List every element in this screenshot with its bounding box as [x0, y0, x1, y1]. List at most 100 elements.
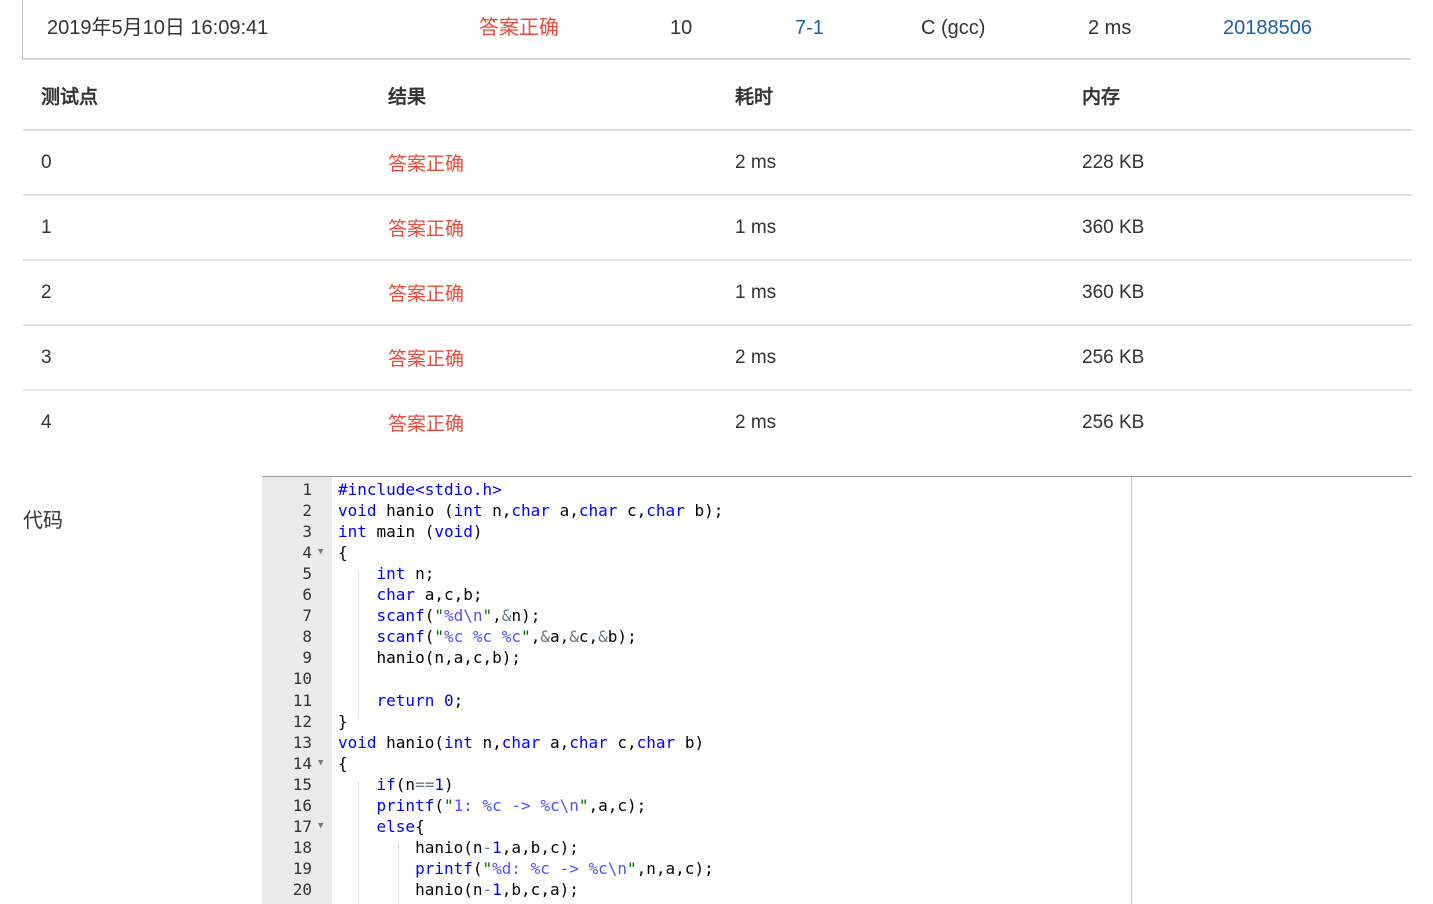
column-header-memory: 内存: [1064, 62, 1412, 131]
code-text: scanf("%d\n",&n);: [376, 606, 541, 626]
code-text: char a,c,b;: [376, 585, 483, 605]
case-id: 4: [41, 411, 52, 433]
code-line: 4 ▼ {: [262, 542, 1131, 563]
line-number: 6: [302, 585, 312, 605]
submission-duration: 2 ms: [1088, 17, 1132, 39]
line-number: 18: [292, 837, 312, 857]
code-editor[interactable]: 1 #include<stdio.h> 2 void hanio (int n,cha…: [262, 477, 1132, 904]
code-text: int main (void): [338, 522, 483, 542]
code-line: 1 #include<stdio.h>: [262, 479, 1131, 500]
case-id: 1: [23, 195, 370, 261]
code-line: 20 hanio(n-1,b,c,a);: [262, 879, 1131, 900]
code-line: 10: [262, 668, 1131, 689]
submission-summary-row: 2019年5月10日 16:09:41 答案正确 10 7-1 C (gcc) …: [22, 0, 1411, 60]
table-row: 0 答案正确 2 ms 228 KB: [23, 130, 1412, 196]
table-row: 2 答案正确 1 ms 360 KB: [23, 260, 1412, 326]
case-time: 1 ms: [717, 195, 1064, 261]
table-row: 4 答案正确 2 ms 256 KB: [23, 390, 1412, 454]
code-text: }: [338, 711, 348, 731]
case-memory: 256 KB: [1082, 411, 1145, 433]
case-memory: 360 KB: [1064, 195, 1412, 261]
code-line: 18 hanio(n-1,a,b,c);: [262, 837, 1131, 858]
code-line: 17 ▼ else{: [262, 816, 1131, 837]
code-line: 9 hanio(n,a,c,b);: [262, 647, 1131, 668]
line-number: 3: [302, 522, 312, 542]
case-time: 1 ms: [717, 260, 1064, 326]
code-text: hanio(n-1,a,b,c);: [338, 837, 579, 857]
line-number: 16: [292, 795, 312, 815]
code-line: 19 printf("%d: %c -> %c\n",n,a,c);: [262, 858, 1131, 879]
code-text: else{: [376, 816, 425, 836]
case-time: 2 ms: [735, 411, 777, 433]
code-line: 13 void hanio(int n,char a,char c,char b): [262, 732, 1131, 753]
code-line: 15 if(n==1): [262, 774, 1131, 795]
code-line: 12}: [262, 711, 1131, 732]
code-line: 2 void hanio (int n,char a,char c,char b)…: [262, 500, 1131, 521]
case-id: 2: [23, 260, 370, 326]
code-line: 16 printf("1: %c -> %c\n",a,c);: [262, 795, 1131, 816]
line-number: 5: [302, 564, 312, 584]
code-text: void hanio(int n,char a,char c,char b): [338, 732, 705, 752]
case-id: 3: [23, 325, 370, 391]
case-memory: 360 KB: [1064, 260, 1412, 326]
problem-link[interactable]: 7-1: [795, 16, 824, 40]
line-number: 19: [292, 858, 312, 878]
case-result: 答案正确: [370, 195, 717, 261]
case-id: 0: [23, 130, 370, 196]
user-link[interactable]: 20188506: [1223, 16, 1312, 40]
code-line: 7 scanf("%d\n",&n);: [262, 605, 1131, 626]
line-number: 13: [292, 732, 312, 752]
code-text: {: [338, 543, 348, 563]
code-line: 3 int main (void): [262, 521, 1131, 542]
code-text: int n;: [376, 564, 435, 584]
code-section-label: 代码: [23, 510, 63, 532]
code-text: {: [338, 753, 348, 773]
column-header-result: 结果: [370, 62, 717, 131]
table-row: 1 答案正确 1 ms 360 KB: [23, 195, 1412, 261]
case-result: 答案正确: [370, 130, 717, 196]
line-number: 7: [302, 606, 312, 626]
fold-toggle-icon[interactable]: ▼: [318, 816, 323, 837]
line-number: 9: [302, 648, 312, 668]
case-result: 答案正确: [370, 325, 717, 391]
table-header-row: 测试点 结果 耗时 内存: [23, 62, 1412, 131]
line-number: 15: [292, 774, 312, 794]
code-line: 5 int n;: [262, 563, 1131, 584]
line-number: 8: [302, 627, 312, 647]
code-text: hanio(n-1,b,c,a);: [338, 879, 579, 899]
table-row: 3 答案正确 2 ms 256 KB: [23, 325, 1412, 391]
line-number: 2: [302, 501, 312, 521]
code-line: 6 char a,c,b;: [262, 584, 1131, 605]
line-number: 1: [302, 480, 312, 499]
code-text: #include<stdio.h>: [338, 480, 502, 499]
code-text: void hanio (int n,char a,char c,char b);: [338, 501, 724, 521]
code-line: 14 ▼ {: [262, 753, 1131, 774]
case-memory: 256 KB: [1064, 325, 1412, 391]
line-number: 4: [302, 543, 312, 563]
code-text: return 0;: [376, 690, 464, 710]
case-result: 答案正确: [388, 414, 465, 435]
case-result: 答案正确: [370, 260, 717, 326]
line-number: 12: [292, 711, 312, 731]
submission-time: 2019年5月10日 16:09:41: [47, 17, 269, 39]
case-memory: 228 KB: [1064, 130, 1412, 196]
line-number: 14: [292, 753, 312, 773]
submission-status: 答案正确: [479, 17, 559, 39]
fold-toggle-icon[interactable]: ▼: [318, 753, 323, 774]
test-case-table: 测试点 结果 耗时 内存 0 答案正确 2 ms 228 KB 1 答案正确 1…: [23, 62, 1412, 454]
code-text: printf("1: %c -> %c\n",a,c);: [376, 795, 647, 815]
submission-compiler: C (gcc): [921, 17, 986, 39]
code-text: if(n==1): [376, 774, 454, 794]
case-time: 2 ms: [717, 325, 1064, 391]
submission-score: 10: [670, 17, 693, 39]
case-time: 2 ms: [717, 130, 1064, 196]
fold-toggle-icon[interactable]: ▼: [318, 542, 323, 563]
line-number: 11: [292, 690, 312, 710]
code-line: 11 return 0;: [262, 690, 1131, 711]
code-line: 8 scanf("%c %c %c",&a,&c,&b);: [262, 626, 1131, 647]
column-header-case: 测试点: [23, 62, 370, 131]
column-header-time: 耗时: [717, 62, 1064, 131]
code-text: printf("%d: %c -> %c\n",n,a,c);: [415, 858, 714, 878]
line-number: 10: [292, 669, 312, 689]
code-text: hanio(n,a,c,b);: [338, 648, 522, 668]
